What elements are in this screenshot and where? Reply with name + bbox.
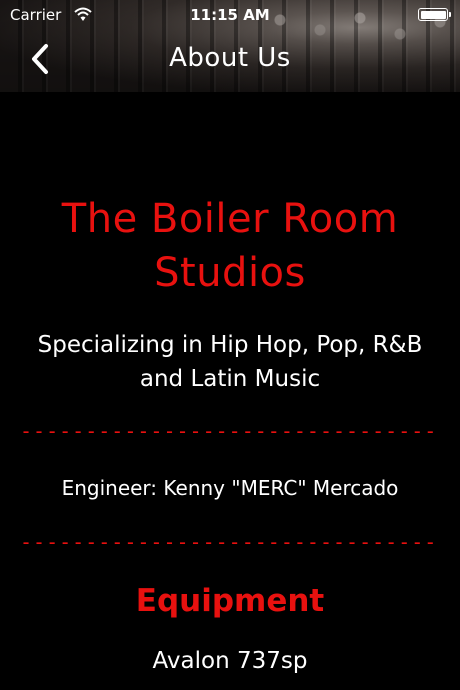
divider: ------------------------------------ bbox=[20, 530, 440, 554]
studio-name: The Boiler Room Studios bbox=[0, 192, 460, 300]
specialty-text: Specializing in Hip Hop, Pop, R&B and La… bbox=[0, 328, 460, 396]
page-title: About Us bbox=[169, 43, 291, 73]
specialty-line-2: and Latin Music bbox=[139, 366, 321, 392]
clock: 11:15 AM bbox=[190, 6, 270, 24]
battery-icon bbox=[418, 8, 451, 21]
equipment-heading: Equipment bbox=[135, 583, 325, 619]
specialty-line-1: Specializing in Hip Hop, Pop, R&B bbox=[37, 332, 423, 358]
equipment-item: Avalon 737sp bbox=[152, 648, 308, 674]
studio-name-line-2: Studios bbox=[154, 250, 306, 296]
engineer-credit: Engineer: Kenny "MERC" Mercado bbox=[61, 476, 399, 500]
about-content[interactable]: The Boiler Room Studios Specializing in … bbox=[0, 92, 460, 690]
studio-name-line-1: The Boiler Room bbox=[61, 196, 399, 242]
status-bar: Carrier 11:15 AM bbox=[0, 0, 460, 30]
header-banner: Carrier 11:15 AM About Us bbox=[0, 0, 460, 92]
divider: ------------------------------------ bbox=[20, 419, 440, 443]
